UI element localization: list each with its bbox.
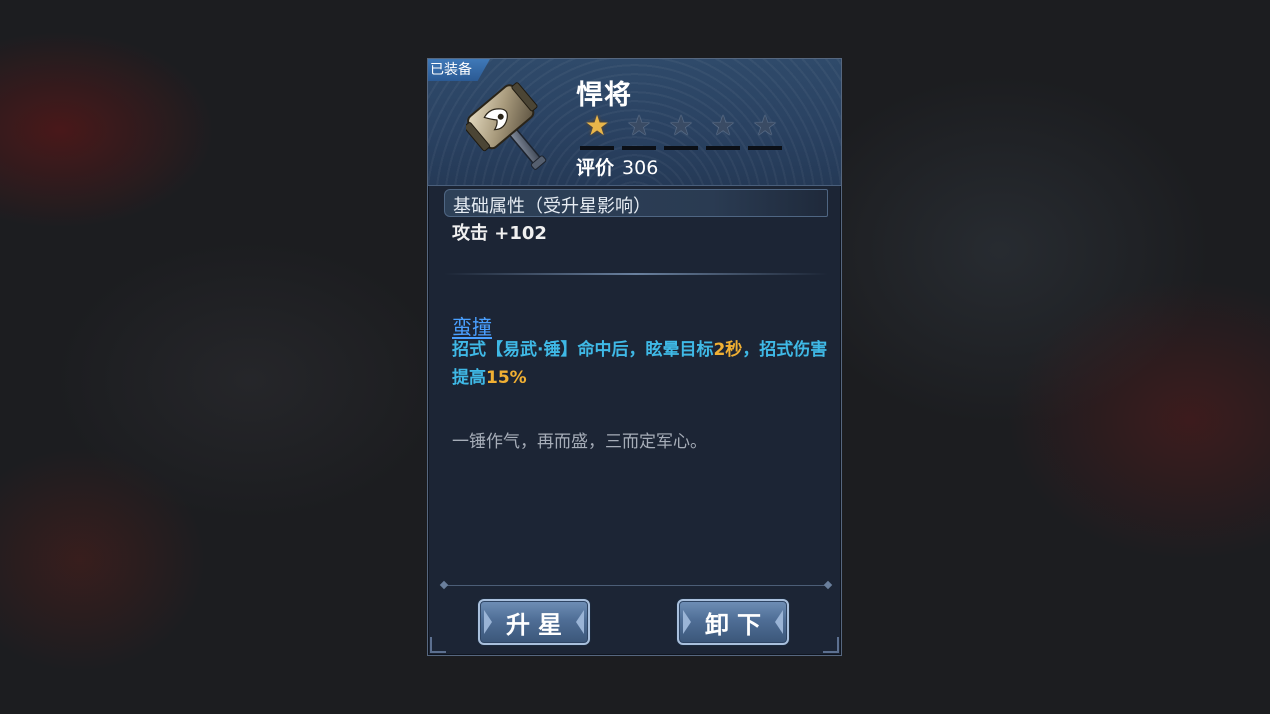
star-bar bbox=[580, 146, 614, 150]
star-icon-empty: ★ bbox=[752, 109, 778, 142]
star-bar bbox=[622, 146, 656, 150]
skill-description: 招式【易武·锤】命中后，眩晕目标2秒，招式伤害提高15% bbox=[452, 336, 832, 392]
item-header: 已装备 悍将 ★ ★ ★ ★ ★ 评价 306 bbox=[428, 59, 841, 186]
corner-ornament bbox=[430, 637, 446, 653]
equipped-tag: 已装备 bbox=[428, 59, 490, 81]
star-icon-empty: ★ bbox=[626, 109, 652, 142]
hammer-icon bbox=[466, 82, 547, 170]
unequip-button[interactable]: 卸下 bbox=[677, 599, 789, 645]
star-bar bbox=[664, 146, 698, 150]
star-bar bbox=[748, 146, 782, 150]
star-bar bbox=[706, 146, 740, 150]
rating-value: 306 bbox=[622, 157, 659, 179]
base-attributes-title: 基础属性（受升星影响） bbox=[453, 196, 651, 217]
divider bbox=[444, 273, 828, 275]
rating-label: 评价 bbox=[576, 157, 615, 179]
star-rating: ★ ★ ★ ★ ★ bbox=[576, 111, 786, 150]
item-detail-panel: 已装备 悍将 ★ ★ ★ ★ ★ 评价 306 基础属性（受升星影响） 攻击 +… bbox=[427, 58, 842, 656]
skill-desc-highlight: 15% bbox=[486, 368, 527, 388]
upgrade-star-button[interactable]: 升星 bbox=[478, 599, 590, 645]
flavor-text: 一锤作气，再而盛，三而定军心。 bbox=[452, 432, 707, 452]
corner-ornament bbox=[823, 637, 839, 653]
item-name: 悍将 bbox=[576, 80, 632, 111]
base-attributes-header: 基础属性（受升星影响） bbox=[444, 189, 828, 217]
attack-stat: 攻击 +102 bbox=[452, 223, 547, 244]
item-rating: 评价 306 bbox=[576, 153, 658, 180]
skill-desc-text: 招式【易武·锤】命中后，眩晕目标 bbox=[452, 340, 714, 360]
skill-desc-highlight: 2秒 bbox=[713, 340, 743, 360]
star-icon-empty: ★ bbox=[710, 109, 736, 142]
divider bbox=[444, 585, 828, 586]
star-icon-filled: ★ bbox=[584, 109, 610, 142]
star-icon-empty: ★ bbox=[668, 109, 694, 142]
